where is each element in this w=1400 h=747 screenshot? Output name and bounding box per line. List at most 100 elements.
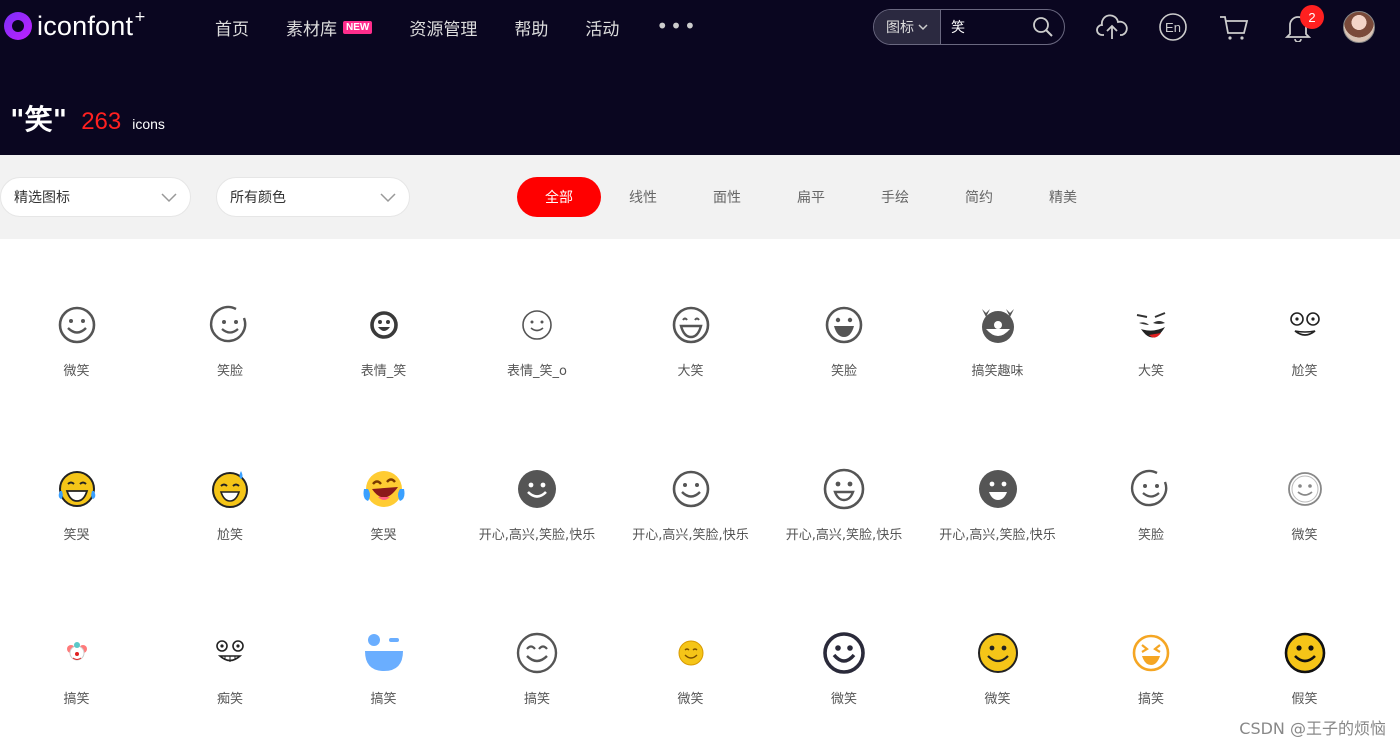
icon-card[interactable]: 笑脸 [1075, 403, 1228, 567]
icon-card[interactable]: 开心,高兴,笑脸,快乐 [768, 403, 921, 567]
icon-card[interactable]: 尬笑 [154, 403, 307, 567]
notification-bell-icon[interactable]: 2 [1282, 5, 1324, 43]
nav-resources[interactable]: 资源管理 [409, 14, 477, 40]
icon-card-label: 微笑 [984, 692, 1011, 707]
nav-activity[interactable]: 活动 [585, 14, 619, 40]
smile-bold-icon [362, 303, 406, 347]
yellow-smile-dark-icon [1283, 631, 1327, 675]
result-unit: icons [132, 116, 165, 132]
icon-card[interactable]: 大笑 [614, 239, 767, 403]
nav-library-label: 素材库 [286, 19, 337, 40]
new-badge: NEW [343, 20, 373, 34]
chevron-down-icon [161, 193, 177, 203]
cartoon-laugh-icon [1129, 303, 1173, 347]
squint-laugh-icon [1129, 631, 1173, 675]
color-dropdown[interactable]: 所有颜色 [216, 177, 410, 217]
icon-card[interactable]: 搞笑 [0, 567, 153, 731]
filter-bar: 精选图标 所有颜色 全部 线性 面性 扁平 手绘 简约 精美 [0, 155, 1400, 239]
main-nav: 首页 素材库 NEW 资源管理 帮助 活动 ••• [215, 14, 735, 40]
icon-card[interactable]: 微笑 [1228, 403, 1381, 567]
category-dropdown[interactable]: 精选图标 [0, 177, 191, 217]
icon-card-label: 搞笑 [63, 692, 90, 707]
tab-handdrawn[interactable]: 手绘 [853, 177, 937, 217]
tab-simple[interactable]: 简约 [937, 177, 1021, 217]
upload-cloud-icon[interactable] [1096, 11, 1128, 43]
tears-of-joy-icon [55, 467, 99, 511]
icon-card[interactable]: 搞笑趣味 [921, 239, 1074, 403]
cart-icon[interactable] [1218, 11, 1250, 43]
smile-filled-icon [515, 467, 559, 511]
icon-card-label: 搞笑趣味 [971, 364, 1024, 379]
icon-card-label: 微笑 [1291, 528, 1318, 543]
nav-more[interactable]: ••• [656, 13, 697, 39]
icon-card-label: 微笑 [63, 364, 90, 379]
search-type-select[interactable]: 图标 [874, 10, 941, 44]
icon-card[interactable]: 开心,高兴,笑脸,快乐 [461, 403, 614, 567]
icon-card[interactable]: 微笑 [614, 567, 767, 731]
grin-outline-icon [822, 467, 866, 511]
icon-card[interactable]: 搞笑 [307, 567, 460, 731]
icon-card-label: 尬笑 [1291, 364, 1318, 379]
icon-card-label: 假笑 [1291, 692, 1318, 707]
tab-exquisite-label: 精美 [1049, 190, 1077, 206]
language-label: En [1165, 19, 1181, 35]
icon-card[interactable]: 微笑 [768, 567, 921, 731]
grin-filled-icon [976, 467, 1020, 511]
smile-dark-icon [822, 631, 866, 675]
tab-flat-label: 扁平 [797, 190, 825, 206]
result-count: 263 [81, 108, 122, 135]
style-tabs: 全部 线性 面性 扁平 手绘 简约 精美 [517, 177, 1105, 217]
smile-open-outline-icon [1129, 467, 1173, 511]
yellow-smile-small-icon [669, 631, 713, 675]
tab-solid[interactable]: 面性 [685, 177, 769, 217]
icon-card-label: 开心,高兴,笑脸,快乐 [939, 528, 1056, 543]
smile-thin-icon [515, 303, 559, 347]
icon-card-label: 搞笑 [370, 692, 397, 707]
icon-card[interactable]: 笑哭 [0, 403, 153, 567]
brand-name: iconfont [37, 10, 134, 41]
icon-card[interactable]: 假笑 [1228, 567, 1381, 731]
icon-card[interactable]: 尬笑 [1228, 239, 1381, 403]
smile-light-icon [1283, 467, 1327, 511]
icon-card-label: 开心,高兴,笑脸,快乐 [632, 528, 749, 543]
search-input[interactable] [941, 18, 1028, 36]
tab-all[interactable]: 全部 [517, 177, 601, 217]
icon-card[interactable]: 大笑 [1075, 239, 1228, 403]
top-header: iconfont + 首页 素材库 NEW 资源管理 帮助 活动 ••• 图标 E… [0, 0, 1400, 155]
icon-card[interactable]: 微笑 [0, 239, 153, 403]
icon-card-label: 大笑 [677, 364, 704, 379]
smile-outline-icon [669, 467, 713, 511]
icon-card[interactable]: 搞笑 [1075, 567, 1228, 731]
icon-card[interactable]: 表情_笑 [307, 239, 460, 403]
watermark: CSDN @王子的烦恼 [1239, 719, 1386, 738]
nav-library[interactable]: 素材库 NEW [286, 14, 373, 40]
color-dropdown-label: 所有颜色 [230, 190, 286, 206]
icon-card-label: 搞笑 [1137, 692, 1164, 707]
nav-home[interactable]: 首页 [215, 14, 249, 40]
tab-flat[interactable]: 扁平 [769, 177, 853, 217]
icon-card[interactable]: 搞笑 [461, 567, 614, 731]
icon-card[interactable]: 笑脸 [768, 239, 921, 403]
icon-card[interactable]: 表情_笑_o [461, 239, 614, 403]
icon-card-label: 尬笑 [216, 528, 243, 543]
icon-card[interactable]: 痴笑 [154, 567, 307, 731]
result-title: "笑" 263 icons [10, 98, 165, 138]
brand-logo[interactable]: iconfont + [4, 9, 146, 42]
search-type-label: 图标 [886, 20, 914, 36]
icon-card[interactable]: 开心,高兴,笑脸,快乐 [614, 403, 767, 567]
yellow-smile-icon [976, 631, 1020, 675]
tab-line[interactable]: 线性 [601, 177, 685, 217]
mini-clown-icon [55, 631, 99, 675]
icon-card[interactable]: 开心,高兴,笑脸,快乐 [921, 403, 1074, 567]
icon-card[interactable]: 笑脸 [154, 239, 307, 403]
tab-exquisite[interactable]: 精美 [1021, 177, 1105, 217]
icon-card-label: 笑脸 [216, 364, 243, 379]
nav-help[interactable]: 帮助 [514, 14, 548, 40]
icon-card[interactable]: 笑哭 [307, 403, 460, 567]
language-switch-icon[interactable]: En [1157, 11, 1189, 43]
icon-card[interactable]: 微笑 [921, 567, 1074, 731]
icon-card-label: 表情_笑_o [507, 364, 567, 379]
icon-card-label: 微笑 [677, 692, 704, 707]
search-icon[interactable] [1028, 12, 1058, 42]
user-avatar[interactable] [1343, 11, 1375, 43]
